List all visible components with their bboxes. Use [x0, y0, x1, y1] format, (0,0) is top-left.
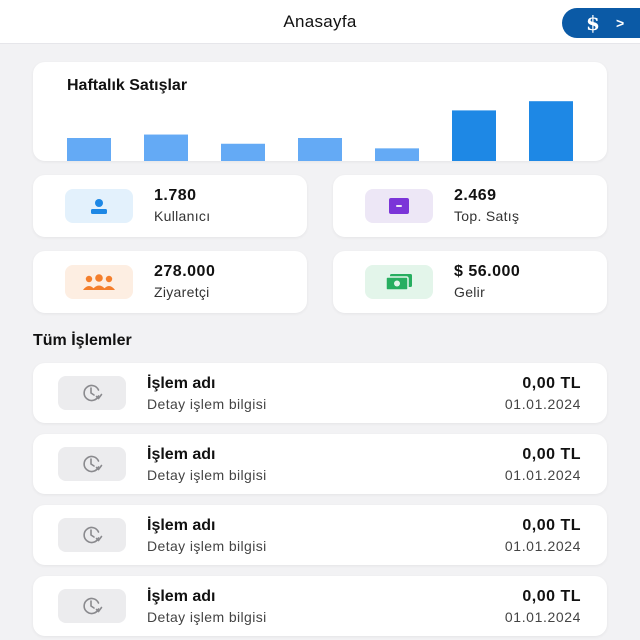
- stat-value: 278.000: [154, 263, 216, 280]
- transaction-date: 01.01.2024: [504, 467, 581, 483]
- transaction-detail: Detay işlem bilgisi: [147, 538, 267, 554]
- stat-card-total-sales[interactable]: 2.469 Top. Satış: [333, 175, 607, 237]
- transaction-amount: 0,00 TL: [522, 375, 581, 392]
- stat-value: 2.469: [454, 187, 497, 204]
- stat-label: Gelir: [454, 284, 486, 300]
- stat-value: 1.780: [154, 187, 197, 204]
- stat-card-visitors[interactable]: 278.000 Ziyaretçi: [33, 251, 307, 313]
- stat-card-revenue[interactable]: $ 56.000 Gelir: [333, 251, 607, 313]
- chart-bar-2: [144, 134, 188, 161]
- transaction-date: 01.01.2024: [504, 538, 581, 554]
- group-icon: [65, 265, 133, 299]
- transaction-item[interactable]: İşlem adı Detay işlem bilgisi 0,00 TL 01…: [33, 434, 607, 494]
- stat-label: Ziyaretçi: [154, 284, 210, 300]
- money-icon: [365, 265, 433, 299]
- chart-bar-6: [452, 110, 496, 161]
- chart-bar-3: [221, 143, 265, 161]
- transaction-item[interactable]: İşlem adı Detay işlem bilgisi 0,00 TL 01…: [33, 505, 607, 565]
- transaction-detail: Detay işlem bilgisi: [147, 467, 267, 483]
- transaction-name: İşlem adı: [147, 588, 216, 605]
- brand-button[interactable]: $ >: [562, 8, 640, 38]
- transaction-amount: 0,00 TL: [522, 517, 581, 534]
- stat-card-users[interactable]: 1.780 Kullanıcı: [33, 175, 307, 237]
- chevron-right-icon: >: [616, 15, 625, 31]
- stat-label: Kullanıcı: [154, 208, 211, 224]
- clock-history-icon: [58, 518, 126, 552]
- transaction-item[interactable]: İşlem adı Detay işlem bilgisi 0,00 TL 01…: [33, 363, 607, 423]
- chart-bar-1: [67, 138, 111, 161]
- transaction-date: 01.01.2024: [504, 396, 581, 412]
- transaction-name: İşlem adı: [147, 446, 216, 463]
- chart-bar-7: [529, 101, 573, 161]
- wallet-icon: [365, 189, 433, 223]
- stat-value: $ 56.000: [454, 263, 521, 280]
- transactions-title: Tüm İşlemler: [33, 332, 132, 349]
- transaction-detail: Detay işlem bilgisi: [147, 609, 267, 625]
- stat-label: Top. Satış: [454, 208, 520, 224]
- transaction-date: 01.01.2024: [504, 609, 581, 625]
- clock-history-icon: [58, 589, 126, 623]
- transaction-item[interactable]: İşlem adı Detay işlem bilgisi 0,00 TL 01…: [33, 576, 607, 636]
- transaction-amount: 0,00 TL: [522, 446, 581, 463]
- transaction-amount: 0,00 TL: [522, 588, 581, 605]
- weekly-sales-chart: [67, 101, 573, 161]
- weekly-sales-card: Haftalık Satışlar: [33, 62, 607, 161]
- app-header: Anasayfa $ >: [0, 0, 640, 44]
- transaction-detail: Detay işlem bilgisi: [147, 396, 267, 412]
- page-title: Anasayfa: [283, 12, 357, 31]
- chart-bar-5: [375, 148, 419, 161]
- transaction-name: İşlem adı: [147, 375, 216, 392]
- person-icon: [65, 189, 133, 223]
- brand-logo-icon: $: [586, 11, 600, 35]
- clock-history-icon: [58, 447, 126, 481]
- transaction-name: İşlem adı: [147, 517, 216, 534]
- chart-bar-4: [298, 138, 342, 161]
- clock-history-icon: [58, 376, 126, 410]
